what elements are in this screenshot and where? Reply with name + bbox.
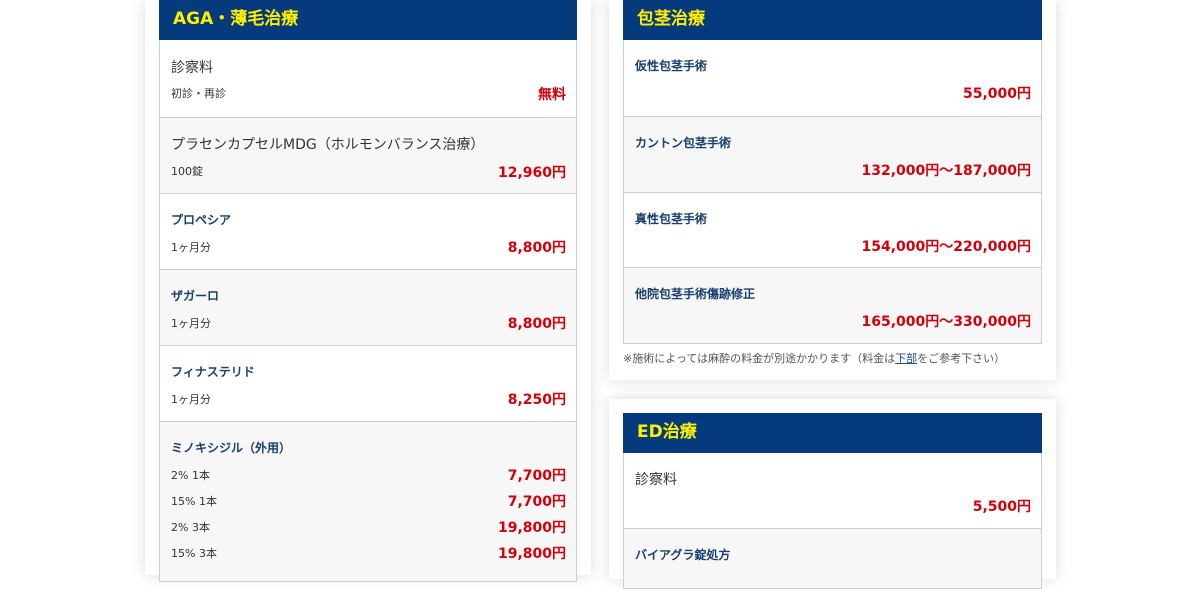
finasteride-title: フィナステリド xyxy=(171,365,255,379)
minoxidil-title: ミノキシジル（外用） xyxy=(171,441,292,455)
propecia-row: プロペシア 1ヶ月分 8,800円 xyxy=(160,193,576,269)
aga-header: AGA・薄毛治療 xyxy=(159,0,577,40)
phimosis-item-price: 154,000円〜220,000円 xyxy=(861,239,1031,255)
phimosis-item-price: 165,000円〜330,000円 xyxy=(861,314,1031,330)
phimosis-item-title: 他院包茎手術傷跡修正 xyxy=(635,287,756,301)
viagra-title: バイアグラ錠処方 xyxy=(635,548,731,562)
phimosis-item-title: カントン包茎手術 xyxy=(635,136,732,150)
note-text-before: ※施術によっては麻酔の料金が別途かかります（料金は xyxy=(623,352,896,365)
anesthesia-note: ※施術によっては麻酔の料金が別途かかります（料金は下部をご参考下さい） xyxy=(623,350,1005,366)
phimosis-price-list: 仮性包茎手術 55,000円 カントン包茎手術 132,000円〜187,000… xyxy=(623,40,1042,344)
propecia-sub: 1ヶ月分 xyxy=(171,241,211,254)
minoxidil-item-price: 19,800円 xyxy=(497,520,566,536)
minoxidil-item-label: 2% 1本 xyxy=(171,469,210,482)
note-text-after: をご参考下さい） xyxy=(917,352,1006,365)
note-link-below[interactable]: 下部 xyxy=(895,352,917,365)
placen-title: プラセンカプセルMDG（ホルモンバランス治療） xyxy=(171,137,485,153)
propecia-price: 8,800円 xyxy=(507,240,566,256)
minoxidil-item-label: 15% 1本 xyxy=(171,495,217,508)
finasteride-sub: 1ヶ月分 xyxy=(171,393,211,406)
aga-consult-price: 無料 xyxy=(538,87,566,103)
minoxidil-item-label: 2% 3本 xyxy=(171,521,210,534)
ed-price-list: 診察料 5,500円 バイアグラ錠処方 xyxy=(623,453,1042,589)
phimosis-header: 包茎治療 xyxy=(623,0,1042,40)
zagallo-title: ザガーロ xyxy=(171,289,220,303)
zagallo-row: ザガーロ 1ヶ月分 8,800円 xyxy=(160,269,576,345)
minoxidil-item-price: 19,800円 xyxy=(497,546,566,562)
zagallo-price: 8,800円 xyxy=(507,316,566,332)
ed-consult-price: 5,500円 xyxy=(972,499,1031,515)
phimosis-item-price: 132,000円〜187,000円 xyxy=(861,163,1031,179)
ed-panel: ED治療 診察料 5,500円 バイアグラ錠処方 xyxy=(623,413,1042,589)
ed-card: ED治療 診察料 5,500円 バイアグラ錠処方 xyxy=(609,399,1056,589)
minoxidil-item-price: 7,700円 xyxy=(507,468,566,484)
ed-header: ED治療 xyxy=(623,413,1042,453)
propecia-title: プロペシア xyxy=(171,213,232,227)
phimosis-item-price: 55,000円 xyxy=(962,86,1031,102)
viagra-row: バイアグラ錠処方 xyxy=(624,528,1041,588)
ed-consult-title: 診察料 xyxy=(635,472,677,488)
minoxidil-item-price: 7,700円 xyxy=(507,494,566,510)
aga-consult-title: 診察料 xyxy=(171,60,213,76)
aga-consult-row: 診察料 初診・再診 無料 xyxy=(160,40,576,117)
ed-consult-row: 診察料 5,500円 xyxy=(624,453,1041,528)
zagallo-sub: 1ヶ月分 xyxy=(171,317,211,330)
placen-sub: 100錠 xyxy=(171,165,203,178)
finasteride-row: フィナステリド 1ヶ月分 8,250円 xyxy=(160,345,576,421)
phimosis-panel: 包茎治療 仮性包茎手術 55,000円 カントン包茎手術 132,000円〜18… xyxy=(623,0,1042,344)
phimosis-item-title: 仮性包茎手術 xyxy=(635,59,708,73)
aga-panel: AGA・薄毛治療 診察料 初診・再診 無料 プラセンカプセルMDG（ホルモンバラ… xyxy=(159,0,577,582)
phimosis-item-title: 真性包茎手術 xyxy=(635,212,708,226)
phimosis-row: 他院包茎手術傷跡修正 165,000円〜330,000円 xyxy=(624,267,1041,343)
aga-consult-sub: 初診・再診 xyxy=(171,87,226,100)
phimosis-row: 仮性包茎手術 55,000円 xyxy=(624,40,1041,116)
minoxidil-row: ミノキシジル（外用） 2% 1本 7,700円 15% 1本 7,700円 2%… xyxy=(160,421,576,581)
phimosis-row: カントン包茎手術 132,000円〜187,000円 xyxy=(624,116,1041,192)
phimosis-row: 真性包茎手術 154,000円〜220,000円 xyxy=(624,192,1041,267)
phimosis-card: 包茎治療 仮性包茎手術 55,000円 カントン包茎手術 132,000円〜18… xyxy=(609,0,1056,380)
placen-price: 12,960円 xyxy=(497,165,566,181)
minoxidil-item-label: 15% 3本 xyxy=(171,547,217,560)
aga-price-list: 診察料 初診・再診 無料 プラセンカプセルMDG（ホルモンバランス治療） 100… xyxy=(159,40,577,582)
placen-row: プラセンカプセルMDG（ホルモンバランス治療） 100錠 12,960円 xyxy=(160,117,576,193)
finasteride-price: 8,250円 xyxy=(507,392,566,408)
aga-card: AGA・薄毛治療 診察料 初診・再診 無料 プラセンカプセルMDG（ホルモンバラ… xyxy=(145,0,591,582)
